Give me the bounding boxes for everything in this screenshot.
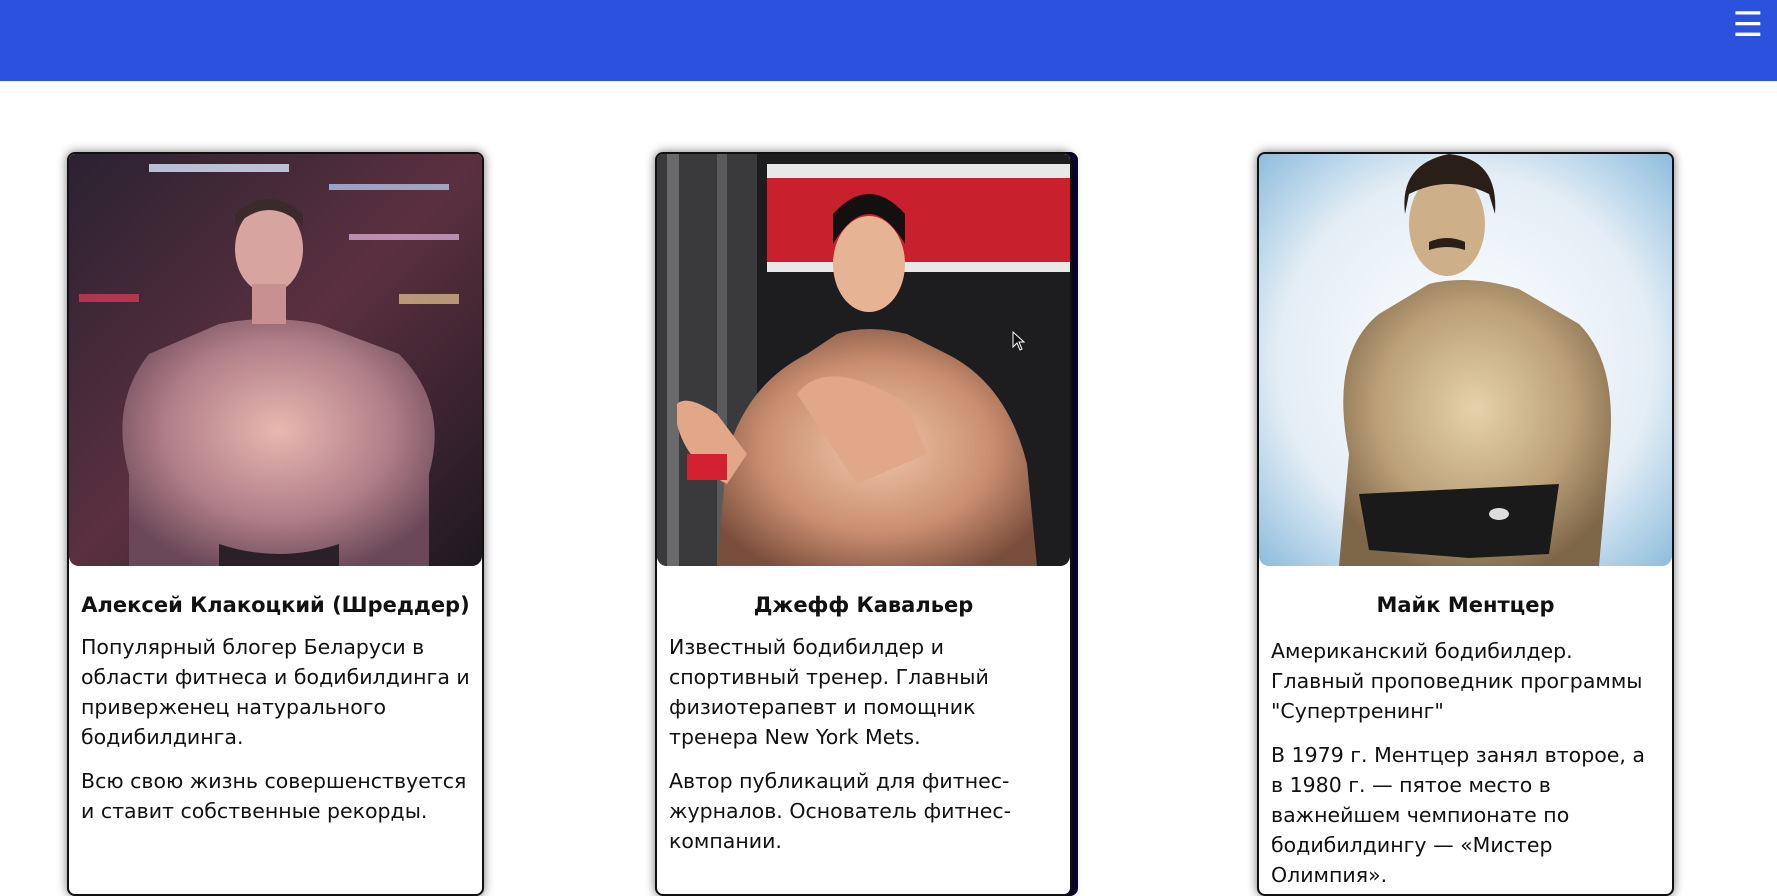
- trainer-description: Всю свою жизнь совершенствуется и ставит…: [81, 769, 467, 823]
- trainer-photo-3: [1259, 154, 1672, 566]
- trainer-description: Популярный блогер Беларуси в области фит…: [81, 635, 470, 749]
- trainer-name: Джефф Кавальер: [753, 593, 974, 617]
- trainer-description: В 1979 г. Ментцер занял второе, а в 1980…: [1271, 743, 1645, 887]
- top-navigation-bar: ☰: [0, 0, 1777, 81]
- trainer-card-1[interactable]: Алексей Клакоцкий (Шреддер) Популярный б…: [67, 152, 484, 896]
- trainer-photo-1: [69, 154, 482, 566]
- trainer-description: Автор публикаций для фитнес-журналов. Ос…: [669, 769, 1012, 853]
- trainer-description: Американский бодибилдер. Главный пропове…: [1271, 639, 1643, 723]
- trainer-name: Майк Ментцер: [1376, 593, 1555, 617]
- trainer-photo-2: [657, 154, 1070, 566]
- hamburger-menu-icon[interactable]: ☰: [1731, 8, 1765, 42]
- trainer-description: Известный бодибилдер и спортивный тренер…: [669, 635, 989, 749]
- trainer-name: Алексей Клакоцкий (Шреддер): [81, 593, 470, 617]
- trainer-card-2[interactable]: Джефф Кавальер Известный бодибилдер и сп…: [655, 152, 1072, 896]
- trainer-card-3[interactable]: Майк Ментцер Американский бодибилдер. Гл…: [1257, 152, 1674, 896]
- mouse-cursor-icon: [1012, 331, 1026, 351]
